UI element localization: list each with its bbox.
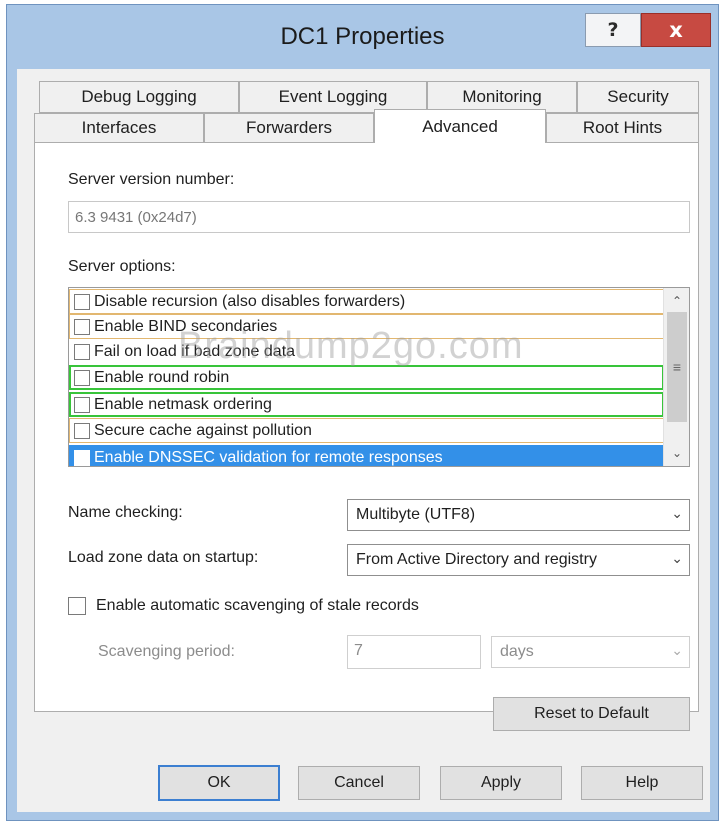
option-label: Disable recursion (also disables forward… bbox=[94, 292, 406, 310]
tab-advanced[interactable]: Advanced bbox=[374, 109, 546, 143]
option-label: Enable netmask ordering bbox=[94, 395, 272, 413]
name-checking-dropdown[interactable]: Multibyte (UTF8) ⌄ bbox=[347, 499, 690, 531]
tab-forwarders[interactable]: Forwarders bbox=[204, 113, 374, 143]
help-button[interactable]: Help bbox=[581, 766, 703, 800]
option-enable-bind-secondaries[interactable]: Enable BIND secondaries bbox=[69, 314, 664, 339]
name-checking-value: Multibyte (UTF8) bbox=[356, 506, 476, 523]
checkbox[interactable] bbox=[74, 369, 90, 386]
server-options-label: Server options: bbox=[68, 258, 176, 275]
load-zone-value: From Active Directory and registry bbox=[356, 551, 597, 568]
option-enable-netmask-ordering[interactable]: Enable netmask ordering bbox=[69, 392, 664, 417]
scroll-down-icon[interactable]: ⌄ bbox=[664, 442, 689, 464]
option-label: Enable round robin bbox=[94, 368, 230, 386]
server-options-list[interactable]: Disable recursion (also disables forward… bbox=[68, 287, 690, 467]
option-enable-round-robin[interactable]: Enable round robin bbox=[69, 365, 664, 390]
tab-debug-logging[interactable]: Debug Logging bbox=[39, 81, 239, 113]
close-button[interactable]: x bbox=[641, 13, 711, 47]
scavenging-period-input[interactable]: 7 bbox=[347, 635, 481, 669]
option-label: Secure cache against pollution bbox=[94, 421, 312, 439]
checkbox[interactable] bbox=[74, 343, 90, 360]
option-fail-on-load[interactable]: Fail on load if bad zone data bbox=[69, 339, 664, 364]
scroll-up-icon[interactable]: ⌃ bbox=[664, 290, 689, 312]
checkbox[interactable] bbox=[74, 449, 90, 466]
option-secure-cache[interactable]: Secure cache against pollution bbox=[69, 418, 664, 443]
tab-interfaces[interactable]: Interfaces bbox=[34, 113, 204, 143]
scavenging-checkbox-row[interactable]: Enable automatic scavenging of stale rec… bbox=[68, 597, 419, 615]
load-zone-label: Load zone data on startup: bbox=[68, 549, 259, 566]
scavenging-unit-dropdown[interactable]: days ⌄ bbox=[491, 636, 690, 668]
chevron-down-icon: ⌄ bbox=[671, 505, 683, 521]
options-scrollbar[interactable]: ⌃ ≡ ⌄ bbox=[663, 288, 689, 466]
advanced-tab-panel: Server version number: 6.3 9431 (0x24d7)… bbox=[34, 142, 699, 731]
title-bar[interactable]: DC1 Properties ? x bbox=[7, 5, 718, 69]
server-version-label: Server version number: bbox=[68, 171, 235, 188]
load-zone-dropdown[interactable]: From Active Directory and registry ⌄ bbox=[347, 544, 690, 576]
dc1-properties-window: DC1 Properties ? x Debug Logging Event L… bbox=[6, 4, 719, 821]
scavenging-period-label: Scavenging period: bbox=[98, 643, 235, 660]
scavenging-unit-value: days bbox=[500, 643, 534, 660]
checkbox[interactable] bbox=[74, 318, 90, 335]
dialog-client-area: Debug Logging Event Logging Monitoring S… bbox=[17, 69, 710, 812]
name-checking-label: Name checking: bbox=[68, 504, 183, 521]
ok-button[interactable]: OK bbox=[158, 765, 280, 801]
chevron-down-icon: ⌄ bbox=[671, 642, 683, 658]
help-title-button[interactable]: ? bbox=[585, 13, 641, 47]
option-enable-dnssec-validation[interactable]: Enable DNSSEC validation for remote resp… bbox=[69, 445, 664, 466]
checkbox[interactable] bbox=[74, 293, 90, 310]
scavenging-checkbox-label: Enable automatic scavenging of stale rec… bbox=[96, 597, 419, 614]
chevron-down-icon: ⌄ bbox=[671, 550, 683, 566]
scavenging-checkbox[interactable] bbox=[68, 597, 86, 615]
scroll-thumb[interactable]: ≡ bbox=[667, 312, 687, 422]
tab-security[interactable]: Security bbox=[577, 81, 699, 113]
reset-to-default-button[interactable]: Reset to Default bbox=[493, 697, 690, 731]
option-label: Enable BIND secondaries bbox=[94, 317, 278, 335]
option-disable-recursion[interactable]: Disable recursion (also disables forward… bbox=[69, 289, 664, 314]
server-version-field: 6.3 9431 (0x24d7) bbox=[68, 201, 690, 233]
option-label: Fail on load if bad zone data bbox=[94, 342, 296, 360]
tab-root-hints[interactable]: Root Hints bbox=[546, 113, 699, 143]
cancel-button[interactable]: Cancel bbox=[298, 766, 420, 800]
checkbox[interactable] bbox=[74, 396, 90, 413]
apply-button[interactable]: Apply bbox=[440, 766, 562, 800]
checkbox[interactable] bbox=[74, 422, 90, 439]
option-label: Enable DNSSEC validation for remote resp… bbox=[94, 448, 443, 466]
